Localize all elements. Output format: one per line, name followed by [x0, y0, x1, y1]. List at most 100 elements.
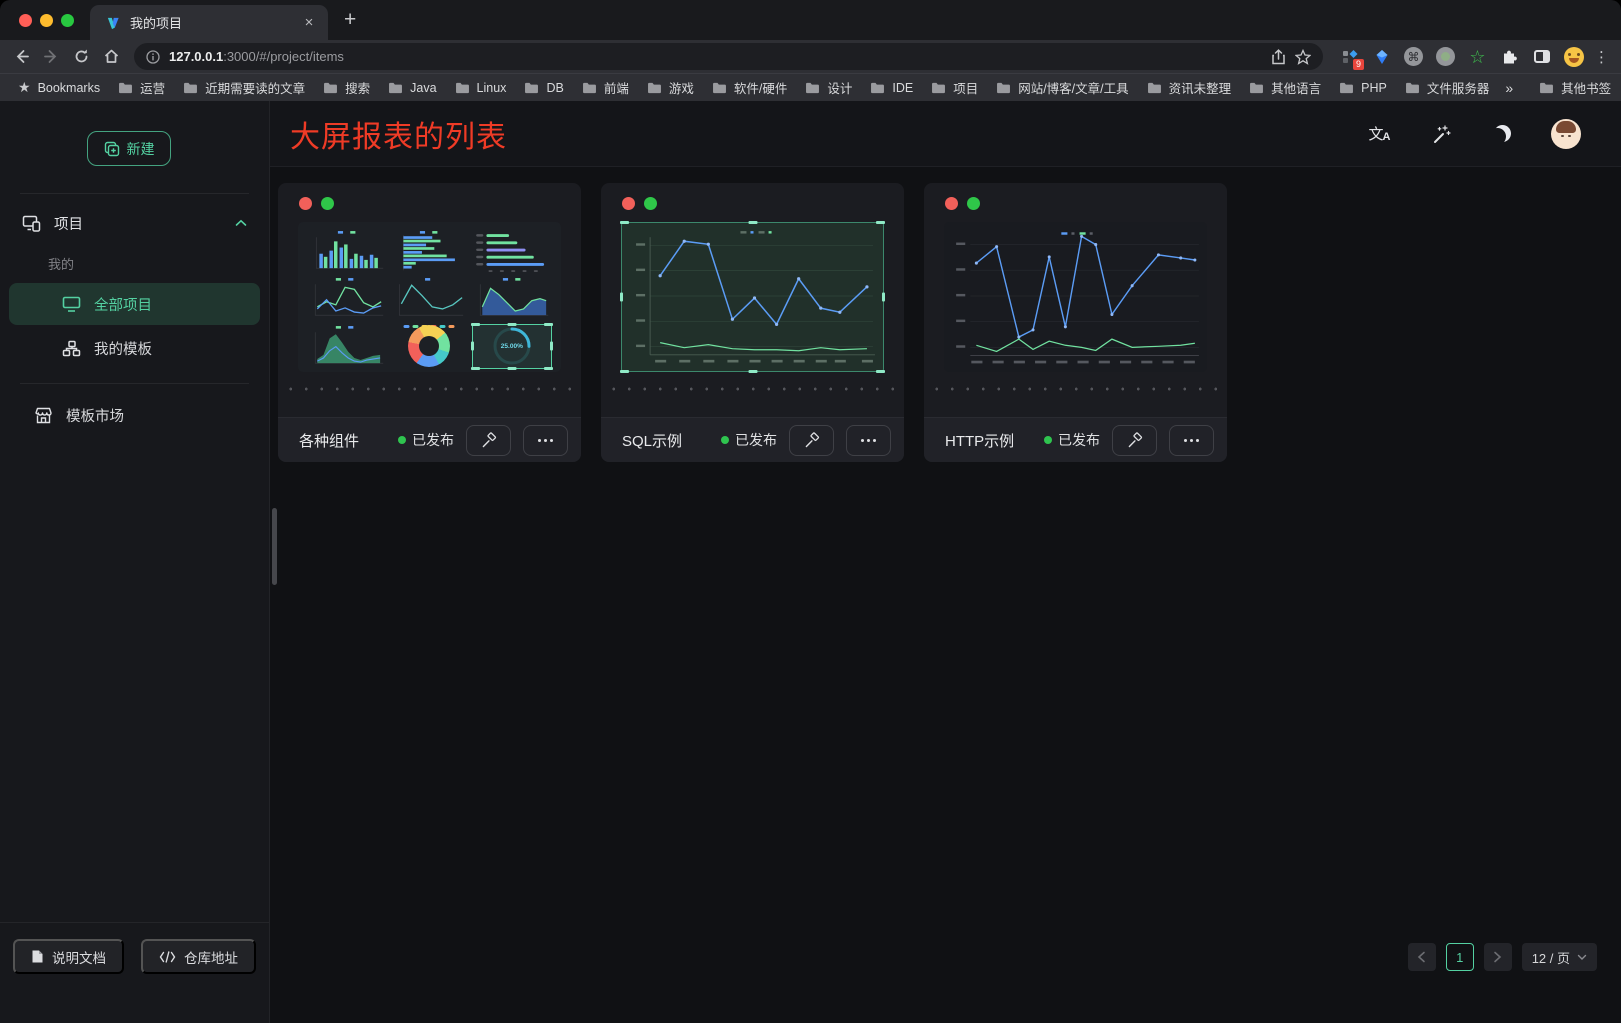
tab-strip: 我的项目 × +: [0, 0, 1621, 40]
chevron-up-icon[interactable]: [235, 215, 247, 231]
reload-icon[interactable]: [66, 44, 96, 70]
language-icon[interactable]: 文A: [1368, 122, 1392, 146]
edit-project-button[interactable]: [466, 425, 511, 456]
green-dot: [967, 197, 980, 210]
card-window-dots: [601, 183, 904, 210]
sidebar-group-projects[interactable]: 项目: [0, 200, 269, 246]
bookmark-folder[interactable]: 前端: [574, 77, 637, 99]
pagination: 1 12 / 页: [1408, 943, 1597, 971]
bookmark-folder[interactable]: 其他语言: [1241, 77, 1329, 99]
bookmark-folder[interactable]: 近期需要读的文章: [175, 77, 313, 99]
bookmark-folder[interactable]: 设计: [797, 77, 860, 99]
bookmark-star-icon[interactable]: [1295, 49, 1311, 65]
project-card[interactable]: HTTP示例 已发布: [924, 183, 1227, 462]
card-footer: 各种组件 已发布: [278, 417, 581, 462]
repo-button[interactable]: 仓库地址: [141, 939, 256, 974]
folder-icon: [118, 82, 133, 94]
tab-title: 我的项目: [130, 13, 291, 32]
mini-line-chart-selected: [621, 222, 884, 372]
command-extension-icon[interactable]: ⌘: [1403, 46, 1424, 67]
mini-donut-chart: [389, 324, 469, 369]
record-extension-icon[interactable]: [1435, 46, 1456, 67]
bookmark-folder[interactable]: 搜索: [315, 77, 378, 99]
bookmark-folder[interactable]: 软件/硬件: [704, 77, 795, 99]
sidebar: 新建 项目 我的 全部项目 我的模板 模板市场: [0, 101, 270, 1023]
share-icon[interactable]: [1271, 49, 1286, 65]
card-window-dots: [278, 183, 581, 210]
project-thumbnail[interactable]: [944, 222, 1207, 372]
bookmark-folder[interactable]: 项目: [923, 77, 986, 99]
magic-wand-icon[interactable]: [1429, 122, 1453, 146]
other-bookmarks[interactable]: 其他书签: [1531, 77, 1619, 99]
dark-mode-moon-icon[interactable]: [1490, 122, 1514, 146]
page-size-select[interactable]: 12 / 页: [1522, 943, 1597, 971]
project-card[interactable]: 25.00% 各种组件 已发布: [278, 183, 581, 462]
chevron-right-icon: [1493, 951, 1502, 963]
folder-icon: [323, 82, 338, 94]
more-actions-button[interactable]: [523, 425, 568, 456]
red-dot: [299, 197, 312, 210]
bookmark-folder[interactable]: DB: [516, 77, 571, 99]
extension-grid-icon[interactable]: 9: [1339, 46, 1360, 67]
address-bar[interactable]: 127.0.0.1:3000/#/project/items: [134, 43, 1323, 70]
sidebar-item-all-projects[interactable]: 全部项目: [9, 283, 260, 325]
bookmark-folder[interactable]: Java: [380, 77, 444, 99]
bookmark-folder[interactable]: 运营: [110, 77, 173, 99]
bookmark-folder[interactable]: IDE: [862, 77, 921, 99]
docs-button[interactable]: 说明文档: [13, 939, 124, 974]
tab-close-icon[interactable]: ×: [300, 14, 318, 31]
prev-page-button[interactable]: [1408, 943, 1436, 971]
site-info-icon[interactable]: [146, 50, 160, 64]
star-extension-icon[interactable]: ☆: [1467, 46, 1488, 67]
browser-menu-icon[interactable]: ⋮: [1592, 48, 1615, 66]
gauge-value: 25.00%: [501, 343, 523, 350]
home-icon[interactable]: [96, 44, 126, 70]
page-number-button[interactable]: 1: [1446, 943, 1474, 971]
edit-project-button[interactable]: [789, 425, 834, 456]
browser-toolbar: 127.0.0.1:3000/#/project/items 9 ⌘ ☆ ⋮: [0, 40, 1621, 73]
more-actions-button[interactable]: [1169, 425, 1214, 456]
minimize-window-button[interactable]: [40, 14, 53, 27]
green-dot: [644, 197, 657, 210]
bookmark-folder[interactable]: PHP: [1331, 77, 1395, 99]
scrollbar-thumb[interactable]: [272, 508, 277, 585]
browser-tab[interactable]: 我的项目 ×: [90, 5, 328, 40]
back-icon[interactable]: [6, 44, 36, 70]
sidebar-item-my-templates[interactable]: 我的模板: [9, 327, 260, 369]
status-dot: [721, 436, 729, 444]
side-panel-icon[interactable]: [1531, 46, 1552, 67]
project-thumbnail[interactable]: [621, 222, 884, 372]
app-header: 大屏报表的列表 文A: [270, 101, 1621, 167]
main-content: 大屏报表的列表 文A: [270, 101, 1621, 1023]
forward-icon[interactable]: [36, 44, 66, 70]
next-page-button[interactable]: [1484, 943, 1512, 971]
code-icon: [159, 951, 176, 963]
bookmark-folder[interactable]: Linux: [447, 77, 515, 99]
extensions-puzzle-icon[interactable]: [1499, 46, 1520, 67]
publish-status: 已发布: [721, 430, 777, 450]
bookmarks-overflow-icon[interactable]: »: [1499, 80, 1519, 96]
folder-icon: [1339, 82, 1354, 94]
more-actions-button[interactable]: [846, 425, 891, 456]
profile-avatar-icon[interactable]: [1563, 46, 1584, 67]
new-tab-button[interactable]: +: [344, 8, 356, 32]
project-thumbnail[interactable]: 25.00%: [298, 222, 561, 372]
user-avatar[interactable]: [1551, 119, 1581, 149]
red-dot: [945, 197, 958, 210]
zoom-window-button[interactable]: [61, 14, 74, 27]
edit-project-button[interactable]: [1112, 425, 1157, 456]
bookmark-folder[interactable]: 文件服务器: [1397, 77, 1498, 99]
gem-extension-icon[interactable]: [1371, 46, 1392, 67]
chevron-left-icon: [1417, 951, 1426, 963]
bookmarks-manager[interactable]: ★Bookmarks: [10, 77, 108, 99]
bookmark-folder[interactable]: 游戏: [639, 77, 702, 99]
bookmark-folder[interactable]: 网站/博客/文章/工具: [988, 77, 1136, 99]
project-name: SQL示例: [622, 430, 709, 451]
sidebar-item-template-market[interactable]: 模板市场: [0, 392, 269, 438]
project-card[interactable]: SQL示例 已发布: [601, 183, 904, 462]
close-window-button[interactable]: [19, 14, 32, 27]
folder-icon: [1405, 82, 1420, 94]
bookmark-folder[interactable]: 资讯未整理: [1139, 77, 1240, 99]
mini-gauge-selected: 25.00%: [472, 324, 552, 369]
new-project-button[interactable]: 新建: [87, 131, 171, 166]
